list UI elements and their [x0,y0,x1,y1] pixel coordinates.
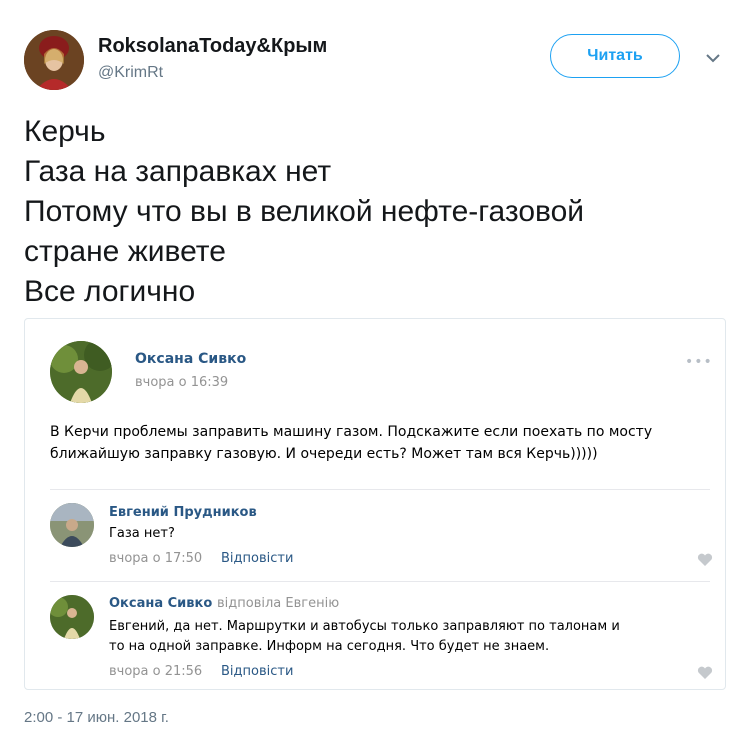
reply-link[interactable]: Відповісти [221,664,293,679]
comment-text-line: Газа нет? [109,526,175,541]
comment-text: Газа нет? [109,524,175,544]
tweet-timestamp[interactable]: 2:00 - 17 июн. 2018 г. [24,709,169,726]
like-heart-icon[interactable] [697,665,713,679]
attached-screenshot[interactable]: Оксана Сивко вчора о 16:39 ••• В Керчи п… [24,318,726,690]
author-handle[interactable]: @KrimRt [98,64,163,82]
tweet-text-line: Все логично [24,275,196,308]
more-options-icon[interactable]: ••• [685,354,713,370]
author-name[interactable]: RoksolanaToday&Крым [98,35,327,58]
comment-author-name[interactable]: Евгений Прудников [109,505,257,520]
comment-time: вчора о 21:56 [109,664,203,679]
post-time: вчора о 16:39 [135,375,229,390]
follow-button[interactable]: Читать [550,34,680,78]
post-author-name[interactable]: Оксана Сивко [135,351,246,367]
comment-time: вчора о 17:50 [109,551,203,566]
chevron-down-icon[interactable] [703,48,723,68]
reply-link[interactable]: Відповісти [221,551,293,566]
post-text: В Керчи проблемы заправить машину газом.… [50,421,710,465]
comment-text-line: Евгений, да нет. Маршрутки и автобусы то… [109,619,620,634]
comment-text: Евгений, да нет. Маршрутки и автобусы то… [109,617,620,657]
post-text-line: ближайшую заправку газовую. И очереди ес… [50,446,598,462]
tweet-text-line: Потому что вы в великой нефте-газовой [24,195,585,228]
tweet-text-line: стране живете [24,235,226,268]
divider [50,581,710,582]
divider [50,489,710,490]
post-author-avatar [50,341,112,403]
author-avatar[interactable] [24,30,84,90]
like-heart-icon[interactable] [697,552,713,566]
post-text-line: В Керчи проблемы заправить машину газом.… [50,424,653,440]
tweet-text-line: Керчь [24,115,106,148]
tweet-text: Керчь Газа на заправках нет Потому что в… [24,112,724,312]
tweet-text-line: Газа на заправках нет [24,155,332,188]
comment-author-avatar [50,503,94,547]
replied-to-label[interactable]: відповіла Евгенію [217,596,339,611]
comment-author-name[interactable]: Оксана Сивко [109,596,212,611]
comment-text-line: то на одной заправке. Информ на сегодня.… [109,639,550,654]
comment-author-avatar [50,595,94,639]
